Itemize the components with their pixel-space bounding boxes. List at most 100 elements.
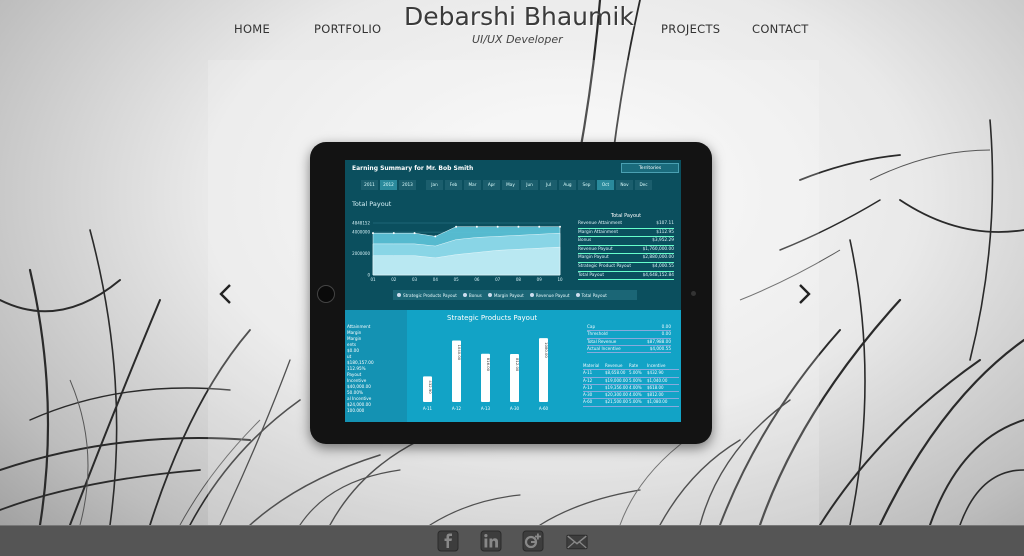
category-label: A-60 [539,406,549,411]
stat-label: Revenue Attainment [578,221,623,226]
legend-item: Bonus [462,292,482,298]
table-cell: $1,040.00 [647,377,668,383]
legend-item: Margin Payout [487,292,524,298]
legend-label: Total Payout [581,292,607,298]
facebook-icon[interactable] [437,530,459,552]
nav-projects-link[interactable]: PROJECTS [661,22,720,36]
tab-month: Jun [521,180,538,190]
tab-month: May [502,180,519,190]
tab-month: Apr [483,180,500,190]
nav-contact-link[interactable]: CONTACT [752,22,809,36]
incentive-row: Cap 0.00 [587,324,671,332]
x-tick-label: 03 [412,277,418,282]
legend-item: Total Payout [575,292,607,298]
table-row: A-13 $19,356.00 4.00% $618.00 [583,384,679,393]
tablet-camera [691,291,696,296]
google-plus-icon[interactable] [522,530,544,552]
table-row: A-60 $21,500.00 5.00% $1,080.00 [583,399,679,407]
table-cell: A-30 [583,392,593,398]
incentive-label: Total Revenue [587,338,617,344]
table-row: A-30 $20,300.00 4.00% $812.00 [583,392,679,400]
tab-month: Nov [616,180,633,190]
email-icon[interactable] [566,531,588,553]
stat-label: Margin Attainment [578,229,619,235]
table-row: A-12 $19,000.00 5.00% $1,040.00 [583,378,679,385]
tab-month: Sep [578,180,595,190]
tab-month: Oct [597,180,614,190]
table-cell: $1,080.00 [647,399,668,405]
legend-label: Bonus [468,292,482,298]
x-tick-label: 06 [474,277,480,282]
strategic-products-bar-chart: 432.90 A-11 1040.00 A-12 816.00 A-13 812.00 A-3… [423,338,549,411]
previous-slide-arrow-icon[interactable] [215,282,237,306]
stat-row: Strategic Product Payout $4,000.55 [578,263,674,272]
bottom-panel: Attainment Margin Margin ents $0.00 ut $180,15… [345,310,681,422]
x-tick-label: 02 [391,277,397,282]
left-panel-text: 100.000 [347,408,365,413]
data-point [392,232,395,235]
column-header: Rate [629,363,639,368]
stat-label: Margin Payout [578,255,609,261]
bar-data-label: 816.00 [486,358,491,372]
x-tick-label: 10 [557,277,563,282]
tab-month: Mar [464,180,481,190]
tab-year: 2013 [399,180,416,190]
table-row: A-11 $8,658.00 5.00% $432.90 [583,370,679,378]
table-cell: 5.00% [629,370,642,376]
stat-value: $3,952.29 [652,238,674,244]
x-tick-label: 09 [537,277,543,282]
strategic-products-title: Strategic Products Payout [447,314,538,322]
x-tick-label: 01 [370,277,376,282]
stat-row: Revenue Payout $1,760,000.00 [578,246,674,255]
nav-portfolio-link[interactable]: PORTFOLIO [314,22,381,36]
tab-year: 2012 [380,180,397,190]
total-payout-stats-header: Total Payout [610,213,642,219]
footer-bar [0,525,1024,556]
site-title: Debarshi Bhaumik [404,2,634,31]
site-subtitle: UI/UX Developer [472,33,563,46]
stat-row: Bonus $3,952.29 [578,237,674,246]
incentive-label: Threshold [587,331,608,337]
linkedin-icon[interactable] [480,530,502,552]
stat-value: $4,648,152.84 [642,272,674,278]
x-tick-label: 08 [516,277,522,282]
table-cell: 5.00% [629,377,642,383]
left-stats-panel: Attainment Margin Margin ents $0.00 ut $180,15… [345,310,407,422]
incentive-row: Total Revenue $87,988.00 [587,339,671,346]
data-point [517,225,520,228]
nav-home-link[interactable]: HOME [234,22,270,36]
stat-row: Revenue Attainment $107.11 [578,220,674,229]
territories-button: Territories [621,163,679,173]
stat-label: Revenue Payout [578,246,613,252]
category-label: A-12 [452,406,462,411]
material-incentive-table: Material Revenue Rate Incentive A-11 $8,658.0… [583,363,679,407]
next-slide-arrow-icon[interactable] [793,282,815,306]
table-cell: $8,658.00 [605,370,626,376]
table-cell: $618.00 [647,384,664,390]
category-label: A-13 [481,406,491,411]
stat-label: Total Payout [578,272,605,278]
tab-month: Feb [445,180,462,190]
y-tick-label: 4848152 [352,221,370,226]
legend-dot [575,293,580,297]
incentive-value: 0.00 [661,331,671,337]
material-table-header: Material Revenue Rate Incentive [583,363,679,371]
table-cell: $20,300.00 [605,392,628,398]
bar-data-label: 432.90 [428,380,433,394]
table-cell: A-11 [583,370,593,376]
stat-value: $4,000.55 [652,263,674,269]
table-cell: A-13 [583,384,593,390]
stat-value: $1,760,000.00 [642,246,674,252]
legend-dot [487,293,492,297]
bar-data-label: 1040.00 [457,345,462,361]
legend-item: Revenue Payout [529,293,570,298]
legend-label: Margin Payout [493,292,524,298]
column-header: Incentive [647,363,666,368]
tab-month: Dec [635,180,652,190]
data-point [538,225,541,228]
table-cell: A-60 [583,399,593,405]
incentive-label: Actual Incentive [587,345,621,351]
table-cell: 5.00% [629,399,642,405]
legend-label: Strategic Products Payout [403,292,457,298]
table-cell: $432.90 [647,370,664,376]
